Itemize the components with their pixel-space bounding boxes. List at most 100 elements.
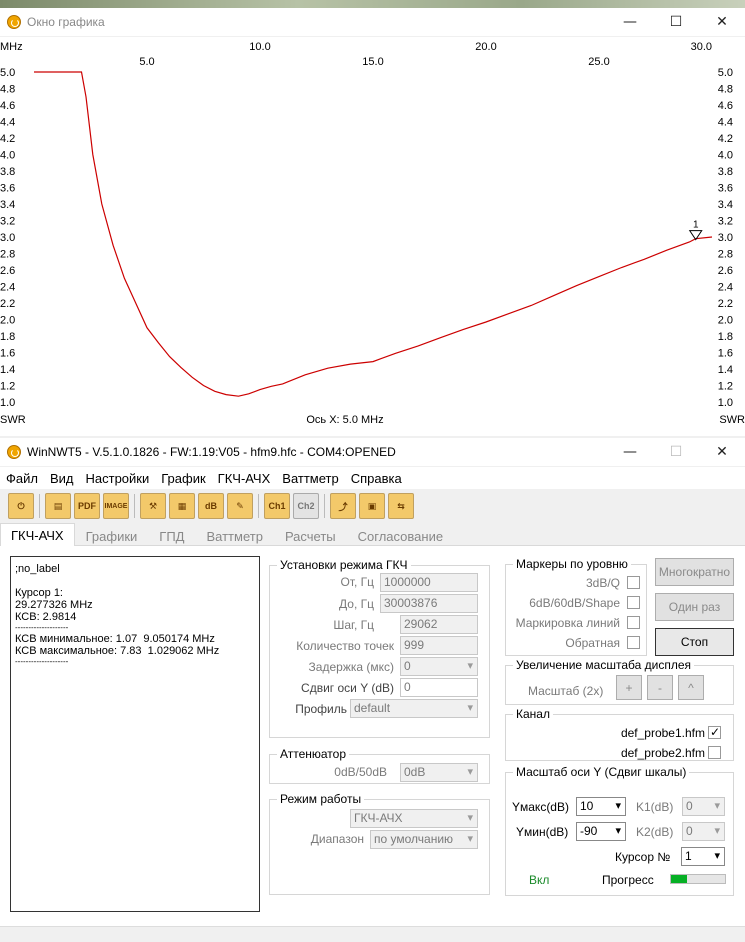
y-tick-label-right: 3.2 bbox=[718, 216, 733, 228]
print-icon[interactable]: ▤ bbox=[45, 493, 71, 519]
ymin-select[interactable]: -90 bbox=[576, 822, 626, 841]
line-marking-checkbox[interactable] bbox=[627, 616, 640, 629]
y-tick-label-right: 4.8 bbox=[718, 84, 733, 96]
yshift-field[interactable]: 0 bbox=[400, 678, 478, 697]
cursor-number-select-value: 1 bbox=[685, 849, 692, 863]
tab-graphs[interactable]: Графики bbox=[75, 524, 149, 546]
step-field[interactable]: 29062 bbox=[400, 615, 478, 634]
menu-view[interactable]: Вид bbox=[44, 471, 80, 486]
y-tick-label-right: 3.6 bbox=[718, 183, 733, 195]
y-tick-label-right: 2.8 bbox=[718, 249, 733, 261]
sweep-icon[interactable]: ⤴ bbox=[330, 493, 356, 519]
ymax-label: Yмакс(dB) bbox=[512, 800, 569, 814]
image-icon[interactable]: IMAGE bbox=[103, 493, 129, 519]
k2-select[interactable]: 0 bbox=[682, 822, 725, 841]
y-tick-label-left: 5.0 bbox=[0, 67, 15, 79]
y-tick-label-left: 4.2 bbox=[0, 133, 15, 145]
minimize-icon[interactable]: — bbox=[607, 438, 653, 466]
swr-graph[interactable]: 5.0 5.0 4.8 4.8 4.6 4.6 4.4 4.4 4.2 4.2 4.0 4.0 3.8 3… bbox=[0, 37, 745, 436]
minimize-icon[interactable]: — bbox=[607, 8, 653, 36]
tab-calculations[interactable]: Расчеты bbox=[274, 524, 347, 546]
probe2-checkbox[interactable] bbox=[708, 746, 721, 759]
tools-icon[interactable]: ⚒ bbox=[140, 493, 166, 519]
from-label: От, Гц bbox=[340, 575, 374, 589]
k1-select[interactable]: 0 bbox=[682, 797, 725, 816]
range-select[interactable]: по умолчанию bbox=[370, 830, 478, 849]
group-title: Установки режима ГКЧ bbox=[277, 558, 411, 572]
log-line: 29.277326 MHz bbox=[15, 599, 93, 611]
y-label-left: SWR bbox=[0, 414, 26, 426]
calibrate-icon[interactable]: ▦ bbox=[169, 493, 195, 519]
zoom-in-button[interactable]: + bbox=[616, 675, 642, 700]
x-tick-label-bottom: 25.0 bbox=[588, 56, 609, 68]
zoom-reset-button[interactable]: ^ bbox=[678, 675, 704, 700]
reverse-checkbox[interactable] bbox=[627, 636, 640, 649]
menu-graph[interactable]: График bbox=[155, 471, 211, 486]
probe-icon[interactable]: ✎ bbox=[227, 493, 253, 519]
graph-window-titlebar[interactable]: Окно графика — ☐ ✕ bbox=[0, 8, 745, 36]
channel-group: Канал def_probe1.hfm def_probe2.hfm bbox=[505, 707, 734, 761]
cursor-number-select[interactable]: 1 bbox=[681, 847, 725, 866]
ch2-icon[interactable]: Ch2 bbox=[293, 493, 319, 519]
db-icon[interactable]: dB bbox=[198, 493, 224, 519]
log-line: КСВ максимальное: 7.83 1.029062 MHz bbox=[15, 645, 220, 657]
k2-label: K2(dB) bbox=[636, 825, 674, 839]
progress-label: Прогресс bbox=[602, 873, 654, 887]
cursor-marker[interactable]: 1 bbox=[688, 220, 703, 241]
multi-sweep-button[interactable]: Многократно bbox=[655, 558, 734, 586]
from-field[interactable]: 1000000 bbox=[380, 573, 478, 592]
pdf-icon[interactable]: PDF bbox=[74, 493, 100, 519]
close-icon[interactable]: ✕ bbox=[699, 438, 745, 466]
menu-help[interactable]: Справка bbox=[345, 471, 408, 486]
y-tick-label-left: 4.0 bbox=[0, 150, 15, 162]
profile-select[interactable]: default bbox=[350, 699, 478, 718]
single-sweep-button[interactable]: Один раз bbox=[655, 593, 734, 621]
tab-wattmeter[interactable]: Ваттметр bbox=[195, 524, 273, 546]
marker-3db-checkbox[interactable] bbox=[627, 576, 640, 589]
ymax-select[interactable]: 10 bbox=[576, 797, 626, 816]
menu-settings[interactable]: Настройки bbox=[80, 471, 156, 486]
zoom-out-button[interactable]: - bbox=[647, 675, 673, 700]
tab-bar: ГКЧ-АЧХ Графики ГПД Ваттметр Расчеты Сог… bbox=[0, 523, 745, 546]
ch1-icon[interactable]: Ch1 bbox=[264, 493, 290, 519]
y-tick-label-right: 1.2 bbox=[718, 381, 733, 393]
progress-bar bbox=[670, 874, 726, 884]
tab-vfo[interactable]: ГПД bbox=[148, 524, 195, 546]
log-line: -------------------- bbox=[15, 623, 69, 632]
maximize-icon[interactable]: ☐ bbox=[653, 8, 699, 36]
mode-select-value: ГКЧ-АЧХ bbox=[354, 811, 403, 825]
x-tick-label-bottom: 5.0 bbox=[139, 56, 154, 68]
y-tick-label-left: 3.2 bbox=[0, 216, 15, 228]
menu-file[interactable]: Файл bbox=[0, 471, 44, 486]
points-label: Количество точек bbox=[296, 639, 394, 653]
reverse-label: Обратная bbox=[565, 636, 620, 650]
menu-sweep[interactable]: ГКЧ-АЧХ bbox=[212, 471, 277, 486]
sweep-settings-group: Установки режима ГКЧ От, Гц 1000000 До, … bbox=[269, 558, 490, 738]
group-title: Аттенюатор bbox=[277, 747, 350, 761]
delay-select[interactable]: 0 bbox=[400, 657, 478, 676]
menu-wattmeter[interactable]: Ваттметр bbox=[276, 471, 344, 486]
x-tick-label-top: 10.0 bbox=[249, 41, 270, 53]
attenuator-label: 0dB/50dB bbox=[334, 765, 387, 779]
swap-icon[interactable]: ⇆ bbox=[388, 493, 414, 519]
status-bar bbox=[0, 926, 745, 942]
tab-sweep[interactable]: ГКЧ-АЧХ bbox=[0, 523, 75, 546]
power-icon[interactable]: ⏻ bbox=[8, 493, 34, 519]
to-field[interactable]: 30003876 bbox=[380, 594, 478, 613]
marker-6db-checkbox[interactable] bbox=[627, 596, 640, 609]
mode-group: Режим работы ГКЧ-АЧХ Диапазон по умолчан… bbox=[269, 792, 490, 895]
points-field[interactable]: 999 bbox=[400, 636, 478, 655]
k2-select-value: 0 bbox=[686, 824, 693, 838]
attenuator-select[interactable]: 0dB bbox=[400, 763, 478, 782]
save-icon[interactable]: ▣ bbox=[359, 493, 385, 519]
tab-matching[interactable]: Согласование bbox=[347, 524, 454, 546]
stop-button[interactable]: Стоп bbox=[655, 628, 734, 656]
mode-select[interactable]: ГКЧ-АЧХ bbox=[350, 809, 478, 828]
attenuator-select-value: 0dB bbox=[404, 765, 426, 779]
log-line: Курсор 1: bbox=[15, 587, 63, 599]
close-icon[interactable]: ✕ bbox=[699, 8, 745, 36]
probe1-checkbox[interactable] bbox=[708, 725, 721, 739]
y-tick-label-right: 4.6 bbox=[718, 100, 733, 112]
results-log[interactable]: ;no_label Курсор 1: 29.277326 MHz КСВ: 2… bbox=[10, 556, 260, 912]
main-window-titlebar[interactable]: WinNWT5 - V.5.1.0.1826 - FW:1.19:V05 - h… bbox=[0, 438, 745, 466]
